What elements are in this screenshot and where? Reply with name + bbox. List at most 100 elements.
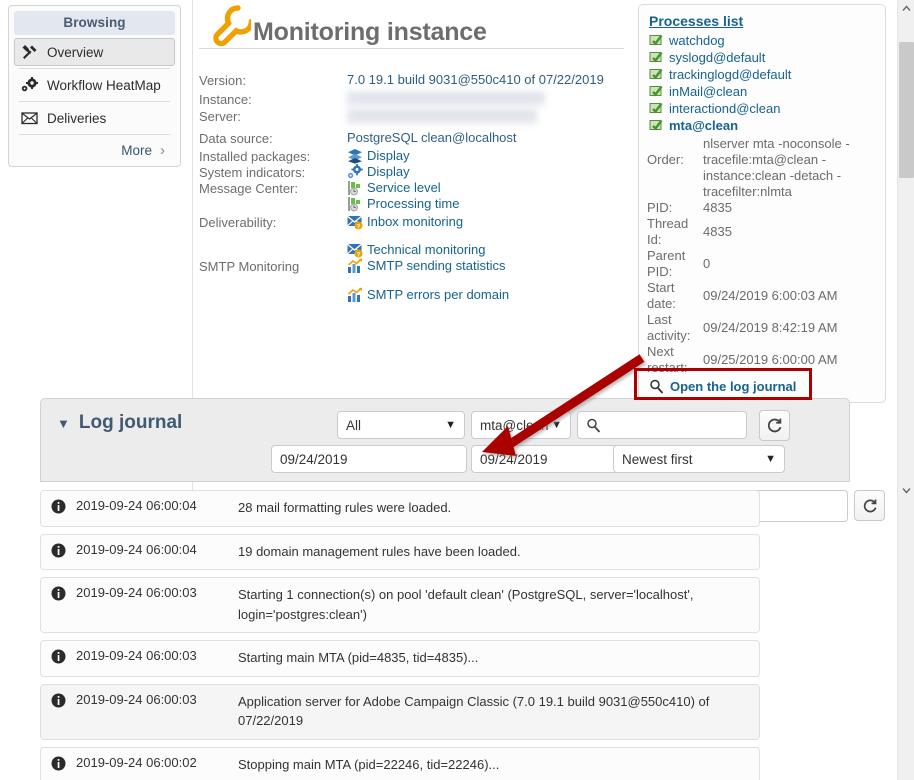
process-label: interactiond@clean bbox=[669, 101, 781, 116]
bars-clock-icon bbox=[347, 180, 363, 196]
log-level-filter-select[interactable]: All ▼ bbox=[337, 411, 465, 439]
log-entry-row[interactable]: 2019-09-24 06:00:03 Application server f… bbox=[40, 683, 760, 740]
process-item-interactiond[interactable]: interactiond@clean bbox=[647, 100, 877, 117]
svg-text:?: ? bbox=[357, 251, 361, 258]
log-entry-row[interactable]: 2019-09-24 06:00:02 Stopping main MTA (p… bbox=[40, 746, 760, 780]
detail-value: nlserver mta -noconsole -tracefile:mta@c… bbox=[703, 136, 850, 199]
process-detail-row-next-restart: Next restart: 09/25/2019 6:00:00 AM bbox=[647, 344, 877, 376]
link-label: Service level bbox=[367, 180, 441, 195]
sidebar-item-overview[interactable]: Overview bbox=[14, 38, 175, 66]
service-level-link[interactable]: Service level bbox=[347, 180, 639, 196]
log-journal-title-group[interactable]: ▼ Log journal bbox=[57, 412, 182, 434]
info-row-installed-packages: Installed packages: Display bbox=[199, 148, 639, 164]
process-label: inMail@clean bbox=[669, 84, 748, 99]
redacted-block bbox=[347, 108, 537, 124]
info-value-redacted bbox=[347, 91, 639, 106]
chevron-down-icon: ▼ bbox=[551, 419, 562, 431]
info-value: PostgreSQL clean@localhost bbox=[347, 130, 517, 145]
open-log-journal-label: Open the log journal bbox=[670, 379, 797, 394]
detail-label: Parent PID: bbox=[647, 248, 686, 279]
detail-value: 0 bbox=[703, 256, 711, 271]
scrollbar-thumb[interactable] bbox=[899, 42, 914, 178]
scroll-down-button[interactable] bbox=[898, 482, 914, 499]
log-sort-order-select[interactable]: Newest first ▼ bbox=[613, 445, 785, 473]
chevron-right-icon: › bbox=[160, 142, 165, 159]
process-item-syslogd[interactable]: syslogd@default bbox=[647, 49, 877, 66]
process-item-trackinglogd[interactable]: trackinglogd@default bbox=[647, 66, 877, 83]
tools-icon bbox=[21, 44, 41, 60]
sidebar-item-label: Overview bbox=[47, 44, 104, 60]
refresh-icon bbox=[767, 418, 782, 433]
info-label bbox=[199, 287, 347, 288]
log-date-to-value: 09/24/2019 bbox=[480, 451, 548, 467]
process-item-mta[interactable]: mta@clean bbox=[647, 117, 877, 134]
smtp-sending-statistics-link[interactable]: SMTP sending statistics bbox=[347, 258, 639, 274]
info-icon bbox=[51, 649, 66, 664]
detail-label: Next restart: bbox=[647, 344, 688, 375]
log-level-filter-value: All bbox=[346, 417, 362, 433]
info-label: Server: bbox=[199, 109, 241, 124]
caret-down-icon[interactable]: ▼ bbox=[57, 416, 70, 431]
info-label: System indicators: bbox=[199, 165, 306, 180]
detail-label: Thread Id: bbox=[647, 216, 689, 247]
info-row-deliverability: Deliverability: ? Inbox monitoring bbox=[199, 214, 639, 230]
sidebar-more-link[interactable]: More › bbox=[14, 137, 175, 162]
chart-icon bbox=[347, 258, 363, 274]
page-title: Monitoring instance bbox=[253, 17, 487, 46]
info-icon bbox=[51, 693, 66, 708]
log-search-input[interactable] bbox=[607, 416, 738, 434]
svg-text:?: ? bbox=[357, 223, 361, 230]
info-row-processing-time: Processing time bbox=[199, 196, 639, 212]
gears-icon bbox=[347, 164, 363, 180]
sidebar-item-deliveries[interactable]: Deliveries bbox=[14, 104, 175, 132]
info-row-smtp-errors: SMTP errors per domain bbox=[199, 287, 639, 303]
log-search-field[interactable] bbox=[577, 411, 747, 439]
log-message: 28 mail formatting rules were loaded. bbox=[238, 500, 452, 515]
processing-time-link[interactable]: Processing time bbox=[347, 196, 639, 212]
chevron-down-icon: ▼ bbox=[765, 453, 776, 465]
process-item-watchdog[interactable]: watchdog bbox=[647, 32, 877, 49]
info-label bbox=[199, 242, 347, 243]
log-process-filter-select[interactable]: mta@clean ▼ bbox=[471, 411, 571, 439]
log-date-from-value: 09/24/2019 bbox=[280, 451, 348, 467]
log-entry-row[interactable]: 2019-09-24 06:00:03 Starting 1 connectio… bbox=[40, 577, 760, 633]
link-label: Technical monitoring bbox=[367, 242, 486, 257]
sidebar-item-workflow-heatmap[interactable]: Workflow HeatMap bbox=[14, 71, 175, 99]
log-entry-row[interactable]: 2019-09-24 06:00:04 19 domain management… bbox=[40, 533, 760, 570]
info-label: Message Center: bbox=[199, 181, 298, 196]
log-refresh-button[interactable] bbox=[759, 410, 790, 441]
processes-panel: Processes list watchdog syslogd@default … bbox=[638, 4, 886, 403]
info-label: Version: bbox=[199, 73, 246, 88]
instance-info-grid: Version: 7.0 19.1 build 9031@550c410 of … bbox=[199, 72, 639, 303]
sidebar-divider bbox=[19, 134, 170, 135]
scroll-up-button[interactable] bbox=[898, 0, 914, 17]
wrench-icon bbox=[207, 4, 255, 48]
info-label: Installed packages: bbox=[199, 149, 311, 164]
installed-packages-link[interactable]: Display bbox=[347, 148, 639, 164]
log-message: 19 domain management rules have been loa… bbox=[238, 543, 521, 559]
envelope-badge-icon: ? bbox=[347, 214, 363, 230]
link-label: Inbox monitoring bbox=[367, 214, 464, 229]
page-title-row: Monitoring instance bbox=[199, 0, 624, 49]
vertical-scrollbar[interactable] bbox=[897, 0, 914, 780]
log-entry-row[interactable]: 2019-09-24 06:00:04 28 mail formatting r… bbox=[40, 490, 760, 527]
processes-list-title[interactable]: Processes list bbox=[649, 13, 877, 29]
gears-icon bbox=[21, 77, 41, 93]
link-label: Display bbox=[367, 164, 410, 179]
log-timestamp: 2019-09-24 06:00:02 bbox=[76, 754, 197, 770]
info-label bbox=[199, 196, 347, 197]
process-detail-row-start-date: Start date: 09/24/2019 6:00:03 AM bbox=[647, 280, 877, 312]
link-label: SMTP errors per domain bbox=[367, 287, 510, 302]
smtp-errors-per-domain-link[interactable]: SMTP errors per domain bbox=[347, 287, 639, 303]
sidebar-title: Browsing bbox=[14, 11, 175, 35]
open-log-journal-link[interactable]: Open the log journal bbox=[649, 379, 877, 394]
detail-label: Start date: bbox=[647, 280, 676, 311]
technical-monitoring-link[interactable]: ? Technical monitoring bbox=[347, 242, 639, 258]
log-date-from-input[interactable]: 09/24/2019 bbox=[271, 445, 467, 473]
log-entry-row[interactable]: 2019-09-24 06:00:03 Starting main MTA (p… bbox=[40, 640, 760, 677]
process-label: watchdog bbox=[669, 33, 725, 48]
log-timestamp: 2019-09-24 06:00:03 bbox=[76, 585, 197, 600]
process-item-inmail[interactable]: inMail@clean bbox=[647, 83, 877, 100]
system-indicators-link[interactable]: Display bbox=[347, 164, 639, 180]
inbox-monitoring-link[interactable]: ? Inbox monitoring bbox=[347, 214, 639, 230]
